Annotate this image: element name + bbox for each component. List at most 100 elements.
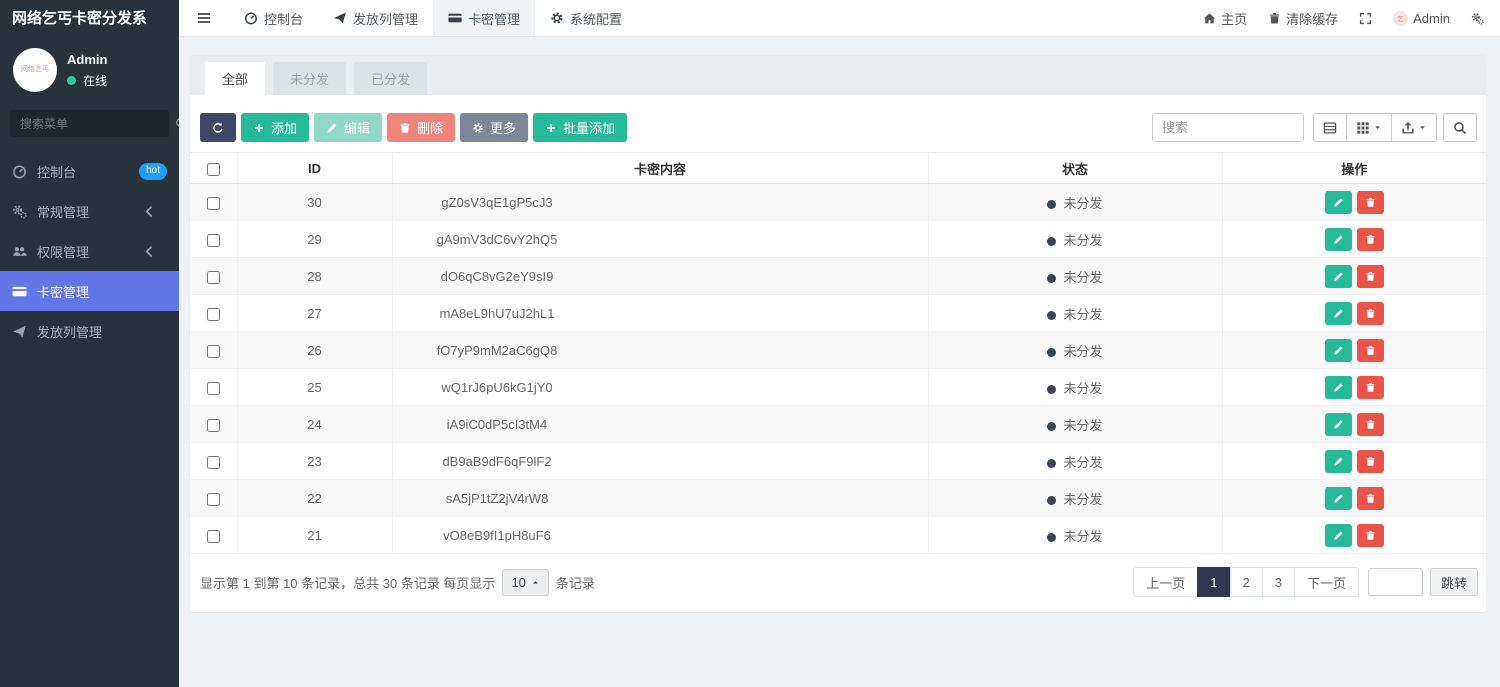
cell-id: 23 [237, 443, 392, 480]
trash-icon [399, 122, 411, 134]
chevron-left-icon [142, 244, 157, 259]
row-checkbox[interactable] [207, 308, 220, 321]
export-icon [1401, 121, 1415, 135]
sidebar-item-distribution[interactable]: 发放列管理 [0, 311, 179, 351]
table-toolbar: 添加 编辑 删除 更多 批量添加 [190, 95, 1486, 142]
row-checkbox[interactable] [207, 419, 220, 432]
row-edit-button[interactable] [1325, 265, 1352, 288]
sidebar-search-input[interactable] [20, 117, 175, 131]
page-button-3[interactable]: 3 [1262, 567, 1295, 597]
nav-tab-dashboard[interactable]: 控制台 [229, 0, 318, 36]
row-edit-button[interactable] [1325, 524, 1352, 547]
row-edit-button[interactable] [1325, 302, 1352, 325]
row-delete-button[interactable] [1357, 524, 1384, 547]
row-checkbox[interactable] [207, 234, 220, 247]
settings-button[interactable] [1471, 12, 1484, 25]
row-checkbox[interactable] [207, 271, 220, 284]
user-menu[interactable]: 乞 Admin [1393, 11, 1450, 26]
row-checkbox[interactable] [207, 197, 220, 210]
page-button-1[interactable]: 1 [1197, 567, 1230, 597]
cell-status: 未分发 [928, 221, 1222, 258]
home-link[interactable]: 主页 [1203, 9, 1247, 28]
nav-tab-cardkeys[interactable]: 卡密管理 [433, 0, 535, 36]
fullscreen-button[interactable] [1359, 12, 1372, 25]
sidebar-item-label: 发放列管理 [37, 322, 102, 341]
clear-cache-link[interactable]: 清除缓存 [1268, 9, 1338, 28]
cell-id: 29 [237, 221, 392, 258]
table-row: 22 sA5jP1tZ2jV4rW8 未分发 [190, 480, 1486, 517]
more-button[interactable]: 更多 [460, 113, 528, 142]
cell-status: 未分发 [928, 184, 1222, 221]
pencil-icon [326, 122, 338, 134]
search-button[interactable] [1443, 113, 1477, 142]
row-edit-button[interactable] [1325, 339, 1352, 362]
cardkey-table: ID 卡密内容 状态 操作 30 gZ0sV3qE1gP5cJ3 未分发 [190, 152, 1486, 554]
row-checkbox[interactable] [207, 456, 220, 469]
sidebar-item-dashboard[interactable]: 控制台 hot [0, 151, 179, 191]
row-edit-button[interactable] [1325, 487, 1352, 510]
row-delete-button[interactable] [1357, 413, 1384, 436]
cell-status: 未分发 [928, 332, 1222, 369]
card-view-button[interactable] [1313, 113, 1347, 142]
row-delete-button[interactable] [1357, 265, 1384, 288]
row-checkbox[interactable] [207, 530, 220, 543]
row-delete-button[interactable] [1357, 376, 1384, 399]
page-button-2[interactable]: 2 [1230, 567, 1263, 597]
edit-button[interactable]: 编辑 [314, 113, 382, 142]
row-delete-button[interactable] [1357, 228, 1384, 251]
row-edit-button[interactable] [1325, 376, 1352, 399]
row-checkbox[interactable] [207, 493, 220, 506]
delete-button[interactable]: 删除 [387, 113, 455, 142]
batch-add-label: 批量添加 [563, 118, 615, 137]
row-delete-button[interactable] [1357, 191, 1384, 214]
filter-tab-distributed[interactable]: 已分发 [354, 62, 427, 95]
prev-page-button[interactable]: 上一页 [1133, 567, 1198, 597]
sidebar-item-general[interactable]: 常规管理 [0, 191, 179, 231]
row-checkbox-cell [190, 258, 237, 295]
jump-page-input[interactable] [1368, 568, 1423, 596]
cell-id: 21 [237, 517, 392, 554]
row-delete-button[interactable] [1357, 487, 1384, 510]
add-button[interactable]: 添加 [241, 113, 309, 142]
sidebar-item-permissions[interactable]: 权限管理 [0, 231, 179, 271]
row-edit-button[interactable] [1325, 413, 1352, 436]
filter-tab-undistributed[interactable]: 未分发 [273, 62, 346, 95]
select-all-checkbox[interactable] [207, 163, 220, 176]
status-label: 未分发 [1063, 233, 1102, 248]
cell-actions [1222, 258, 1486, 295]
row-edit-button[interactable] [1325, 191, 1352, 214]
gauge-icon [244, 11, 258, 25]
row-checkbox[interactable] [207, 345, 220, 358]
cell-key: vO8eB9fI1pH8uF6 [392, 517, 928, 554]
row-delete-button[interactable] [1357, 339, 1384, 362]
columns-button[interactable] [1346, 113, 1392, 142]
row-edit-button[interactable] [1325, 228, 1352, 251]
table-search-input[interactable] [1152, 113, 1304, 142]
gear-icon [472, 122, 484, 134]
row-delete-button[interactable] [1357, 450, 1384, 473]
cell-key: fO7yP9mM2aC6gQ8 [392, 332, 928, 369]
home-label: 主页 [1221, 9, 1247, 28]
page-size-dropdown[interactable]: 10 [502, 569, 548, 596]
batch-add-button[interactable]: 批量添加 [533, 113, 627, 142]
row-checkbox-cell [190, 369, 237, 406]
status-dot [1047, 348, 1056, 357]
filter-tab-all[interactable]: 全部 [205, 62, 265, 95]
sidebar-toggle-button[interactable] [179, 0, 229, 36]
row-delete-button[interactable] [1357, 302, 1384, 325]
add-label: 添加 [271, 118, 297, 137]
sidebar-item-cardkeys[interactable]: 卡密管理 [0, 271, 179, 311]
nav-tab-settings[interactable]: 系统配置 [535, 0, 637, 36]
nav-tab-distribution[interactable]: 发放列管理 [318, 0, 433, 36]
export-button[interactable] [1391, 113, 1437, 142]
jump-button[interactable]: 跳转 [1430, 568, 1478, 596]
trash-icon [1365, 530, 1376, 541]
nav-tab-label: 控制台 [264, 9, 303, 28]
next-page-button[interactable]: 下一页 [1294, 567, 1359, 597]
row-checkbox[interactable] [207, 382, 220, 395]
refresh-button[interactable] [200, 113, 236, 142]
cell-status: 未分发 [928, 406, 1222, 443]
row-edit-button[interactable] [1325, 450, 1352, 473]
table-row: 24 iA9iC0dP5cI3tM4 未分发 [190, 406, 1486, 443]
sidebar-menu: 控制台 hot 常规管理 权限管理 卡密管理 发放列管理 [0, 151, 179, 351]
